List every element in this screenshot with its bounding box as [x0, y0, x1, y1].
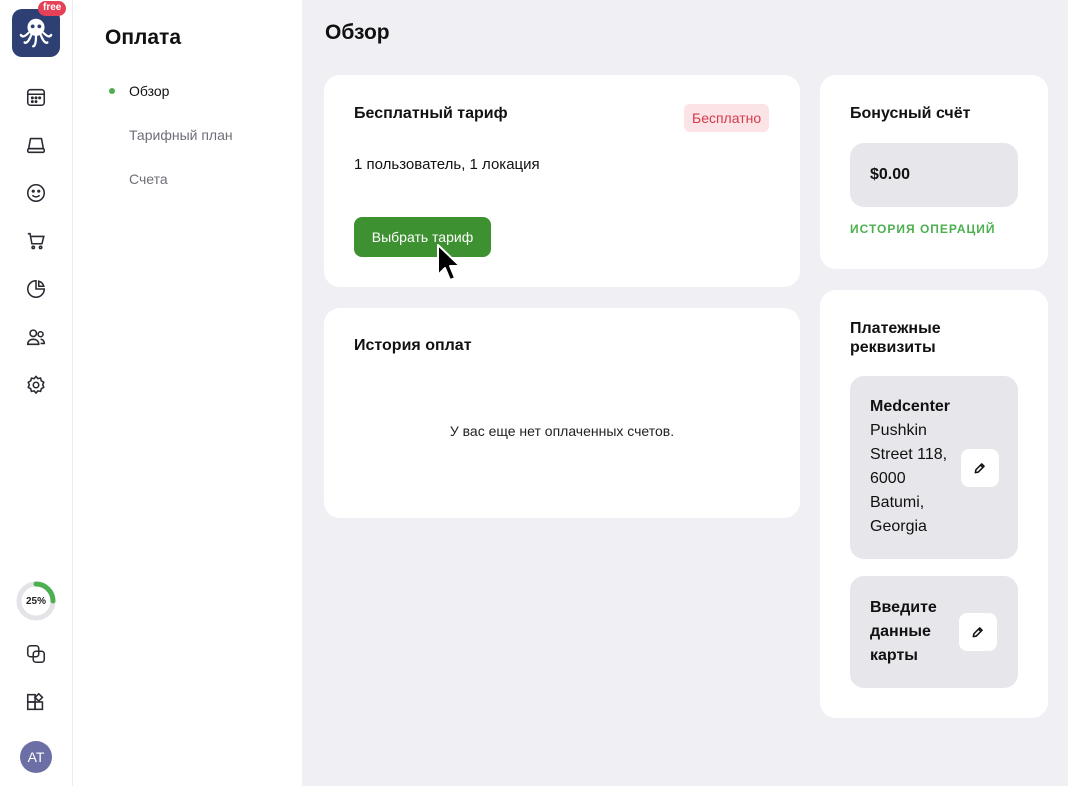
card-prompt-line: карты	[870, 647, 918, 664]
edit-card-button[interactable]	[959, 613, 997, 651]
cash-register-icon[interactable]	[22, 131, 50, 159]
bonus-title: Бонусный счёт	[850, 105, 971, 122]
address-line: Street 118,	[870, 446, 948, 463]
empty-message: У вас еще нет оплаченных счетов.	[449, 423, 675, 439]
card-prompt-line: данные	[870, 623, 931, 640]
progress-label: 25%	[25, 595, 46, 607]
payment-history-title: История оплат	[354, 337, 472, 354]
bonus-balance: $0.00	[850, 143, 1018, 207]
subnav-item-invoices[interactable]: Счета	[129, 171, 168, 187]
subnav-title: Оплата	[105, 26, 182, 49]
free-badge: free	[38, 1, 67, 16]
requisites-title-line: Платежные	[850, 320, 941, 337]
bonus-card: Бонусный счёт $0.00 ИСТОРИЯ ОПЕРАЦИЙ	[820, 75, 1048, 269]
calendar-icon[interactable]	[22, 83, 50, 111]
users-icon[interactable]	[22, 323, 50, 351]
avatar[interactable]: AT	[20, 741, 52, 773]
active-indicator	[109, 88, 115, 94]
cart-icon[interactable]	[22, 227, 50, 255]
address-line: Georgia	[870, 518, 927, 535]
plan-title: Бесплатный тариф	[354, 105, 508, 122]
subnav-item-tariff-plan[interactable]: Тарифный план	[129, 127, 233, 143]
copy-icon[interactable]	[22, 640, 50, 668]
operations-history-link[interactable]: ИСТОРИЯ ОПЕРАЦИЙ	[850, 222, 996, 236]
pie-chart-icon[interactable]	[22, 275, 50, 303]
address-line: 6000	[870, 470, 906, 487]
address-box: Medcenter Pushkin Street 118, 6000 Batum…	[850, 376, 1018, 559]
card-details-box: Введите данные карты	[850, 576, 1018, 688]
requisites-title-line: реквизиты	[850, 339, 936, 356]
icon-rail: free 25% AT	[0, 0, 73, 786]
address-line: Batumi,	[870, 494, 925, 511]
pencil-icon	[972, 627, 983, 638]
address-line: Pushkin	[870, 422, 927, 439]
card-prompt-line: Введите	[870, 599, 937, 616]
subnav-item-overview[interactable]: Обзор	[129, 83, 169, 99]
plan-description: 1 пользователь, 1 локация	[354, 156, 540, 173]
choose-plan-button[interactable]: Выбрать тариф	[354, 217, 491, 257]
requisites-title: Платежные реквизиты	[850, 319, 941, 357]
card-prompt: Введите данные карты	[870, 596, 937, 668]
gear-icon[interactable]	[22, 371, 50, 399]
page-title: Обзор	[325, 21, 390, 44]
requisites-card: Платежные реквизиты Medcenter Pushkin St…	[820, 290, 1048, 718]
pencil-icon	[974, 463, 985, 474]
payment-history-card: История оплат У вас еще нет оплаченных с…	[324, 308, 800, 518]
clinic-name: Medcenter	[870, 398, 951, 415]
plan-card: Бесплатный тариф Бесплатно 1 пользовател…	[324, 75, 800, 287]
octopus-logo-icon[interactable]	[12, 9, 60, 57]
smiley-icon[interactable]	[22, 179, 50, 207]
billing-subnav: Оплата Обзор Тарифный план Счета	[73, 0, 302, 786]
address-text: Medcenter Pushkin Street 118, 6000 Batum…	[870, 395, 950, 539]
status-badge: Бесплатно	[684, 104, 770, 132]
edit-address-button[interactable]	[961, 449, 999, 487]
onboarding-progress[interactable]: 25%	[15, 580, 57, 622]
add-widget-icon[interactable]	[22, 688, 50, 716]
